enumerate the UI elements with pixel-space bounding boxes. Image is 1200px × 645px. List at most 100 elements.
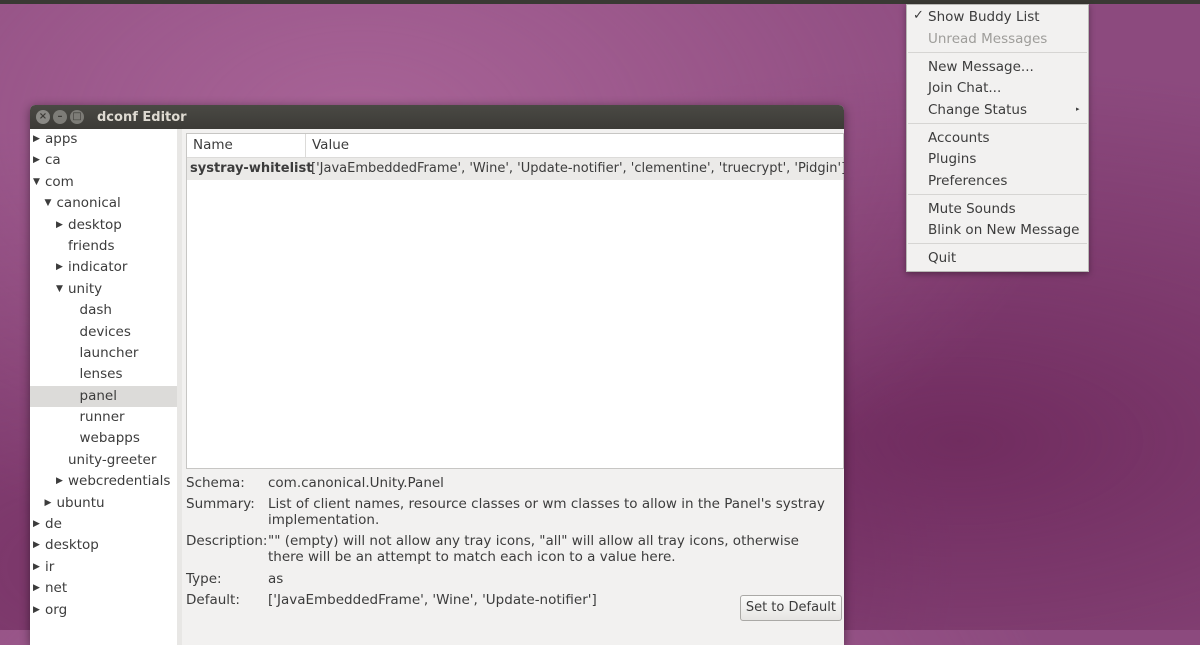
tree-item-label: webapps xyxy=(79,430,140,447)
expander-closed-icon[interactable]: ▶ xyxy=(33,514,40,535)
tree-scrollbar[interactable] xyxy=(177,129,182,645)
keys-list[interactable]: Name Value systray-whitelist ['JavaEmbed… xyxy=(186,133,844,469)
expander-closed-icon[interactable]: ▶ xyxy=(56,257,63,278)
menu-item[interactable]: Accounts xyxy=(928,130,990,146)
close-button[interactable]: × xyxy=(36,110,50,124)
tree-item[interactable]: ▼ unity xyxy=(30,279,177,300)
key-value[interactable]: ['JavaEmbeddedFrame', 'Wine', 'Update-no… xyxy=(308,158,844,180)
tree-item[interactable]: ▶ indicator xyxy=(30,257,177,278)
menu-item: Unread Messages xyxy=(928,31,1048,47)
submenu-arrow-icon: ▸ xyxy=(1076,105,1080,113)
type-value: as xyxy=(268,571,284,587)
tree-item[interactable]: ▶ ir xyxy=(30,557,177,578)
tree-item-label: devices xyxy=(79,323,131,340)
expander-closed-icon[interactable]: ▶ xyxy=(33,129,40,150)
tree-item-label: desktop xyxy=(68,216,122,233)
menu-item[interactable]: New Message... xyxy=(928,59,1034,75)
expander-open-icon[interactable]: ▼ xyxy=(45,193,52,214)
window-title: dconf Editor xyxy=(97,109,187,125)
tree-item[interactable]: ▶ desktop xyxy=(30,535,177,556)
right-pane: Name Value systray-whitelist ['JavaEmbed… xyxy=(186,129,844,645)
tree-item[interactable]: ▼ com xyxy=(30,172,177,193)
tree-item-label: net xyxy=(45,580,68,597)
menu-item[interactable]: Mute Sounds xyxy=(928,201,1016,217)
schema-value: com.canonical.Unity.Panel xyxy=(268,475,444,491)
value-column-header[interactable]: Value xyxy=(306,134,349,157)
tree-item-label: dash xyxy=(79,302,112,319)
tree-item[interactable]: dash xyxy=(30,300,177,321)
tree-item[interactable]: ▶ ubuntu xyxy=(30,493,177,514)
summary-value: List of client names, resource classes o… xyxy=(268,496,825,528)
menu-item[interactable]: Join Chat... xyxy=(928,80,1001,96)
tree-item-label: ir xyxy=(45,558,55,575)
schema-tree[interactable]: ▶ apps ▶ ca ▼ com ▼ canonical ▶ desktop friends ▶ in… xyxy=(30,129,177,645)
checkmark-icon: ✓ xyxy=(913,8,924,23)
expander-closed-icon[interactable]: ▶ xyxy=(33,557,40,578)
tree-item-label: webcredentials xyxy=(68,473,171,490)
tree-item-label: de xyxy=(45,516,62,533)
table-row[interactable]: systray-whitelist ['JavaEmbeddedFrame', … xyxy=(187,158,844,180)
expander-closed-icon[interactable]: ▶ xyxy=(45,493,52,514)
tree-item-label: launcher xyxy=(79,344,139,361)
menu-item[interactable]: Quit xyxy=(928,250,956,266)
expander-closed-icon[interactable]: ▶ xyxy=(56,471,63,492)
tree-item-label: ubuntu xyxy=(56,494,105,511)
key-name: systray-whitelist xyxy=(190,161,313,176)
tree-item[interactable]: ▶ ca xyxy=(30,150,177,171)
tree-item-label: unity-greeter xyxy=(68,451,157,468)
close-icon: × xyxy=(38,111,48,122)
set-to-default-button[interactable]: Set to Default xyxy=(739,595,842,621)
tree-item[interactable]: launcher xyxy=(30,343,177,364)
list-header: Name Value xyxy=(187,134,843,158)
menu-item[interactable]: Preferences xyxy=(928,173,1007,189)
expander-closed-icon[interactable]: ▶ xyxy=(33,535,40,556)
tree-item[interactable]: ▶ webcredentials xyxy=(30,471,177,492)
expander-closed-icon[interactable]: ▶ xyxy=(33,578,40,599)
tree-item-label: com xyxy=(45,173,74,190)
tree-item-label: ca xyxy=(45,152,61,169)
tree-item-label: canonical xyxy=(56,195,121,212)
expander-closed-icon[interactable]: ▶ xyxy=(33,150,40,171)
tree-item[interactable]: devices xyxy=(30,322,177,343)
menu-item[interactable]: Change Status xyxy=(928,102,1027,118)
tree-item[interactable]: friends xyxy=(30,236,177,257)
tree-item[interactable]: ▶ apps xyxy=(30,129,177,150)
expander-closed-icon[interactable]: ▶ xyxy=(33,600,40,621)
tree-item[interactable]: panel xyxy=(30,385,177,408)
tree-item[interactable]: ▶ net xyxy=(30,578,177,599)
tree-item-label: desktop xyxy=(45,537,99,554)
expander-open-icon[interactable]: ▼ xyxy=(56,279,63,300)
tree-item[interactable]: ▶ desktop xyxy=(30,215,177,236)
minimize-icon: – xyxy=(57,111,63,122)
tree-item-label: friends xyxy=(68,237,115,254)
menu-item[interactable]: Show Buddy List xyxy=(928,9,1040,25)
tree-item-label: org xyxy=(45,601,68,618)
tree-item-label: runner xyxy=(79,409,125,426)
tree-item[interactable]: ▶ de xyxy=(30,514,177,535)
minimize-button[interactable]: – xyxy=(53,110,67,124)
tree-item[interactable]: runner xyxy=(30,407,177,428)
name-column-header[interactable]: Name xyxy=(187,134,306,157)
tree-item[interactable]: lenses xyxy=(30,364,177,385)
tree-item[interactable]: ▼ canonical xyxy=(30,193,177,214)
expander-closed-icon[interactable]: ▶ xyxy=(56,215,63,236)
menu-separator xyxy=(908,194,1087,195)
description-value: "" (empty) will not allow any tray icons… xyxy=(268,533,799,565)
schema-label: Schema: xyxy=(186,475,245,491)
summary-label: Summary: xyxy=(186,496,255,512)
tree-item-label: unity xyxy=(68,280,103,297)
tree-item[interactable]: unity-greeter xyxy=(30,450,177,471)
tree-item[interactable]: ▶ org xyxy=(30,600,177,621)
tray-menu: ✓ ▸ Show Buddy List Unread Messages New Me… xyxy=(906,4,1089,272)
menu-item[interactable]: Blink on New Message xyxy=(928,222,1079,238)
expander-open-icon[interactable]: ▼ xyxy=(33,172,40,193)
menu-separator xyxy=(908,123,1087,124)
title-bar[interactable]: × – □ dconf Editor xyxy=(30,105,844,129)
menu-item[interactable]: Plugins xyxy=(928,151,976,167)
tree-item-label: apps xyxy=(45,131,78,147)
dconf-editor-window: × – □ dconf Editor ▶ apps ▶ ca ▼ com ▼ canonica… xyxy=(30,105,844,645)
maximize-button[interactable]: □ xyxy=(70,110,84,124)
menu-separator xyxy=(908,243,1087,244)
tree-item-label: indicator xyxy=(68,259,128,276)
tree-item[interactable]: webapps xyxy=(30,428,177,449)
